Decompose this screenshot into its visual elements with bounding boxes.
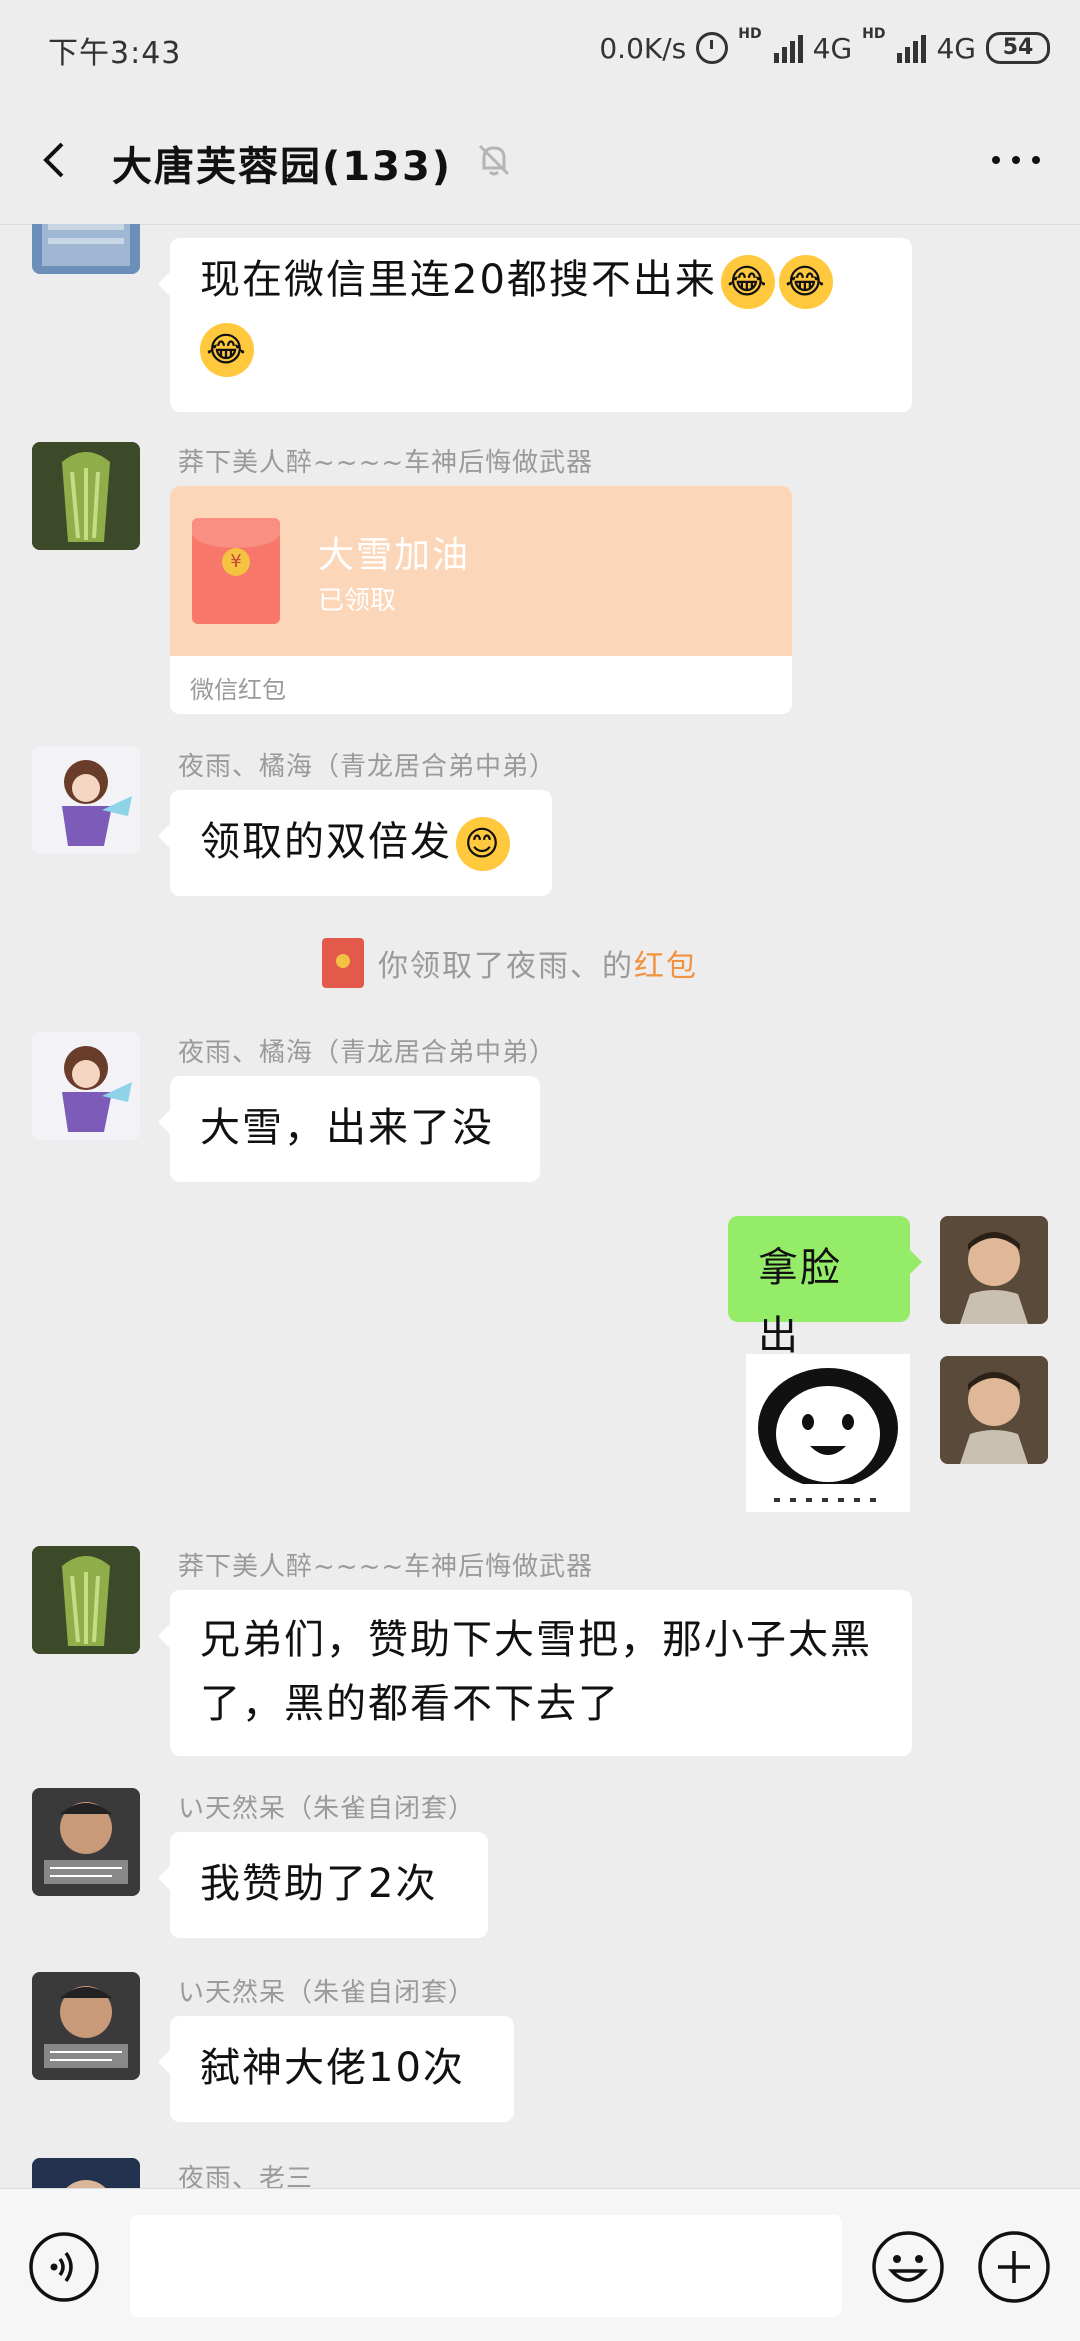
avatar[interactable] [32, 2158, 140, 2188]
red-packet-body: ¥ 大雪加油 已领取 [170, 486, 792, 656]
message-bubble[interactable]: 兄弟们，赞助下大雪把，那小子太黑了，黑的都看不下去了 [158, 1590, 912, 1756]
message-bubble[interactable]: 大雪，出来了没 [158, 1076, 540, 1182]
blushing-smile-emoji-icon: 😊 [456, 817, 510, 871]
battery-icon: 54 [986, 32, 1050, 64]
status-icons: 0.0K/s HD 4G HD 4G 54 [599, 26, 1050, 70]
network-type: 4G [812, 31, 853, 65]
avatar[interactable] [32, 1972, 140, 2080]
status-bar: 下午3:43 0.0K/s HD 4G HD 4G 54 [0, 0, 1080, 100]
back-arrow-icon[interactable] [36, 140, 76, 180]
red-packet-title: 大雪加油 [318, 535, 471, 576]
chat-header: 大唐芙蓉园(133) [0, 100, 1080, 225]
red-envelope-icon [322, 938, 364, 988]
message-text: 拿脸出 [758, 1245, 842, 1359]
message-text: 兄弟们，赞助下大雪把，那小子太黑了，黑的都看不下去了 [200, 1617, 872, 1727]
message-bubble-self[interactable]: 拿脸出 [728, 1216, 922, 1359]
sender-nickname: 莽下美人醉~~~~车神后悔做武器 [178, 1552, 594, 1582]
red-packet-footer: 微信红包 [190, 676, 286, 704]
avatar[interactable] [32, 746, 140, 854]
message-text: 现在微信里连20都搜不出来 [200, 257, 717, 303]
sender-nickname: い天然呆（朱雀自闭套） [178, 1794, 476, 1824]
self-avatar[interactable] [940, 1356, 1048, 1464]
crying-laughing-emoji-icon: 😂 [720, 255, 775, 309]
status-time: 下午3:43 [48, 36, 182, 71]
input-bar [0, 2188, 1080, 2341]
avatar[interactable] [32, 1546, 140, 1654]
hd-badge: HD [862, 26, 886, 42]
net-speed: 0.0K/s [599, 31, 687, 65]
more-options-icon[interactable] [988, 140, 1044, 180]
crying-laughing-emoji-icon: 😂 [200, 323, 254, 377]
sticker-image[interactable] [746, 1354, 910, 1512]
avatar[interactable] [32, 442, 140, 550]
emoji-icon[interactable] [870, 2229, 946, 2305]
message-text: 我赞助了2次 [200, 1861, 438, 1907]
hd-badge: HD [738, 26, 762, 42]
system-message-text: 你领取了夜雨、的 [378, 949, 634, 984]
sender-nickname: 莽下美人醉~~~~车神后悔做武器 [178, 448, 594, 478]
sender-nickname: 夜雨、橘海（青龙居合弟中弟） [178, 752, 557, 782]
message-bubble[interactable]: 领取的双倍发 😊 [158, 790, 552, 896]
message-input[interactable] [130, 2215, 842, 2317]
message-text: 领取的双倍发 [200, 819, 452, 865]
signal-icon [773, 33, 803, 63]
avatar[interactable] [32, 224, 140, 274]
message-bubble[interactable]: 弑神大佬10次 [158, 2016, 514, 2122]
chat-title: 大唐芙蓉园(133) [112, 144, 453, 190]
avatar[interactable] [32, 1788, 140, 1896]
crying-laughing-emoji-icon: 😂 [778, 255, 833, 309]
red-packet-link[interactable]: 红包 [634, 941, 698, 985]
red-packet-card[interactable]: ¥ 大雪加油 已领取 微信红包 [170, 486, 792, 714]
message-text: 弑神大佬10次 [200, 2045, 465, 2091]
sender-nickname: 夜雨、老三 [178, 2164, 314, 2188]
alarm-icon [696, 32, 729, 64]
voice-input-icon[interactable] [28, 2231, 100, 2303]
message-text: 大雪，出来了没 [200, 1105, 494, 1151]
self-avatar[interactable] [940, 1216, 1048, 1324]
plus-icon[interactable] [976, 2229, 1052, 2305]
mute-bell-icon [478, 144, 510, 176]
message-list[interactable]: 现在微信里连20都搜不出来 😂 😂 😂 莽下美人醉~~~~车神后悔做武器 ¥ 大雪加油… [0, 224, 1080, 2188]
sender-nickname: 夜雨、橘海（青龙居合弟中弟） [178, 1038, 557, 1068]
red-packet-status: 已领取 [318, 586, 397, 616]
message-bubble[interactable]: 现在微信里连20都搜不出来 😂 😂 😂 [158, 238, 912, 412]
system-message: 你领取了夜雨、的 红包 [322, 936, 698, 990]
avatar[interactable] [32, 1032, 140, 1140]
network-type: 4G [936, 31, 976, 65]
red-envelope-icon: ¥ [192, 518, 280, 624]
message-bubble[interactable]: 我赞助了2次 [158, 1832, 488, 1938]
sender-nickname: い天然呆（朱雀自闭套） [178, 1978, 476, 2008]
signal-icon [897, 33, 927, 63]
